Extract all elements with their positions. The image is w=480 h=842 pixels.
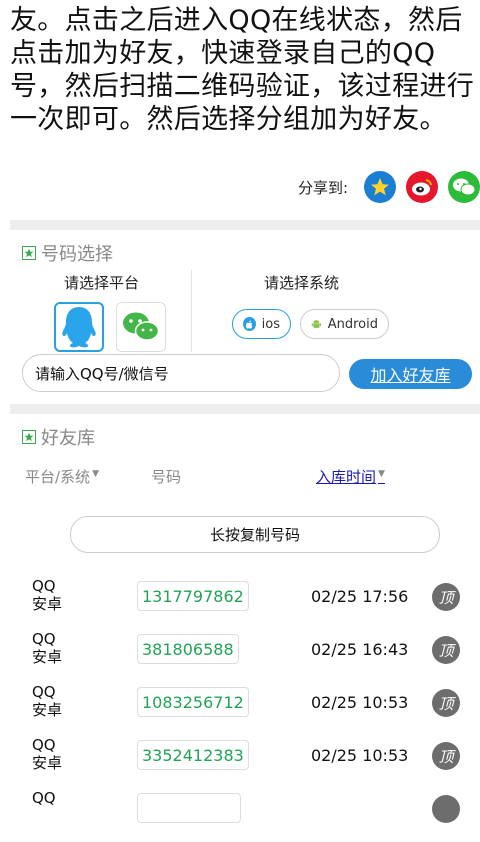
platform-qq-button[interactable] bbox=[54, 302, 104, 352]
number-input[interactable]: 请输入QQ号/微信号 bbox=[22, 354, 340, 392]
table-row: QQ 安卓 3352412383 02/25 10:53 顶 bbox=[0, 736, 480, 789]
column-header-text: 平台/系统 bbox=[25, 468, 91, 486]
top-button[interactable]: 顶 bbox=[432, 583, 460, 611]
intro-paragraph: 友。点击之后进入QQ在线状态，然后 点击加为好友，快速登录自己的QQ 号，然后扫… bbox=[10, 4, 480, 136]
add-to-library-button[interactable]: 加入好友库 bbox=[349, 359, 472, 389]
share-bar: 分享到: bbox=[298, 170, 480, 204]
row-platform: QQ 安卓 bbox=[32, 577, 62, 613]
row-number[interactable]: 3352412383 bbox=[137, 740, 249, 770]
row-system-name: 安卓 bbox=[32, 754, 63, 772]
platform-wechat-button[interactable] bbox=[116, 302, 166, 352]
row-platform-name: QQ bbox=[32, 630, 56, 648]
star-icon bbox=[22, 430, 36, 444]
top-button[interactable]: 顶 bbox=[432, 689, 460, 717]
row-system-name: 安卓 bbox=[32, 595, 63, 613]
weibo-icon[interactable] bbox=[406, 171, 438, 203]
column-header-time[interactable]: 入库时间 ▼ bbox=[316, 466, 385, 487]
apple-icon bbox=[243, 317, 256, 331]
row-time: 02/25 16:43 bbox=[311, 640, 409, 659]
sort-caret-icon: ▼ bbox=[378, 469, 385, 479]
table-row: QQ 安卓 1317797862 02/25 17:56 顶 bbox=[0, 577, 480, 630]
wechat-icon[interactable] bbox=[448, 171, 480, 203]
table-row: QQ 安卓 381806588 02/25 16:43 顶 bbox=[0, 630, 480, 683]
qzone-icon[interactable] bbox=[364, 171, 396, 203]
section-title-text: 好友库 bbox=[41, 428, 95, 449]
row-number[interactable]: 1317797862 bbox=[137, 581, 249, 611]
system-label: 请选择系统 bbox=[264, 274, 340, 292]
system-ios-label: ios bbox=[261, 316, 280, 332]
row-platform: QQ 安卓 bbox=[32, 683, 62, 719]
table-row: QQ bbox=[0, 789, 480, 842]
intro-line: 一次即可。然后选择分组加为好友。 bbox=[10, 104, 447, 135]
row-platform-name: QQ bbox=[32, 789, 56, 807]
wechat-icon bbox=[123, 312, 160, 341]
intro-line: 点击加为好友，快速登录自己的QQ bbox=[10, 38, 436, 69]
row-platform: QQ 安卓 bbox=[32, 736, 62, 772]
copy-number-button[interactable]: 长按复制号码 bbox=[70, 516, 440, 553]
intro-line: 友。点击之后进入QQ在线状态，然后 bbox=[10, 5, 463, 36]
system-android-button[interactable]: Android bbox=[300, 309, 389, 339]
row-system-name: 安卓 bbox=[32, 648, 63, 666]
section-title-number-select: 号码选择 bbox=[22, 240, 113, 266]
row-number[interactable] bbox=[137, 793, 241, 823]
system-android-label: Android bbox=[327, 316, 378, 332]
row-system-name: 安卓 bbox=[32, 701, 63, 719]
section-title-friend-library: 好友库 bbox=[22, 424, 95, 450]
android-icon bbox=[311, 320, 321, 328]
section-title-text: 号码选择 bbox=[41, 244, 113, 265]
section-divider bbox=[10, 404, 480, 414]
sort-caret-icon: ▼ bbox=[92, 469, 99, 479]
column-header-text: 入库时间 bbox=[316, 468, 377, 486]
top-button[interactable]: 顶 bbox=[432, 636, 460, 664]
row-time: 02/25 10:53 bbox=[311, 746, 409, 765]
star-icon bbox=[22, 246, 36, 260]
row-time: 02/25 10:53 bbox=[311, 693, 409, 712]
row-number[interactable]: 1083256712 bbox=[137, 687, 249, 717]
section-divider bbox=[10, 220, 480, 230]
table-row: QQ 安卓 1083256712 02/25 10:53 顶 bbox=[0, 683, 480, 736]
row-platform-name: QQ bbox=[32, 683, 56, 701]
platform-label: 请选择平台 bbox=[64, 274, 140, 292]
column-header-platform[interactable]: 平台/系统 ▼ bbox=[25, 466, 99, 487]
row-platform-name: QQ bbox=[32, 736, 56, 754]
top-button[interactable]: 顶 bbox=[432, 742, 460, 770]
row-number[interactable]: 381806588 bbox=[137, 634, 239, 664]
share-label: 分享到: bbox=[297, 178, 348, 197]
row-platform: QQ bbox=[32, 789, 56, 807]
intro-line: 号，然后扫描二维码验证，该过程进行 bbox=[10, 71, 475, 102]
qq-penguin-icon bbox=[62, 307, 96, 348]
column-header-number: 号码 bbox=[151, 468, 182, 486]
top-button[interactable] bbox=[432, 795, 460, 823]
row-time: 02/25 17:56 bbox=[311, 587, 409, 606]
system-ios-button[interactable]: ios bbox=[232, 309, 291, 339]
row-platform: QQ 安卓 bbox=[32, 630, 62, 666]
column-divider bbox=[191, 270, 192, 352]
row-platform-name: QQ bbox=[32, 577, 56, 595]
